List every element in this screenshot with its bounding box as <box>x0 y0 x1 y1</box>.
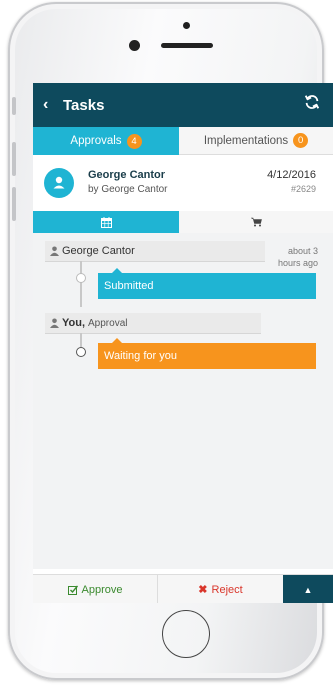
calendar-icon <box>100 216 112 228</box>
approve-label: Approve <box>81 583 123 596</box>
home-button[interactable] <box>162 610 210 658</box>
tab-bar: Approvals 4 Implementations 0 <box>33 127 333 155</box>
time-ago-line: hours ago <box>277 258 318 268</box>
person-role: Approval <box>88 317 128 329</box>
task-date: 4/12/2016 <box>267 169 316 181</box>
chevron-left-icon[interactable]: ‹ <box>43 96 55 114</box>
task-number: #2629 <box>290 184 316 194</box>
status-badge: Submitted <box>98 268 316 299</box>
front-camera <box>129 40 140 51</box>
caret-up-icon: ▲ <box>303 584 313 595</box>
earpiece-speaker <box>161 43 213 48</box>
timeline-node <box>76 273 86 283</box>
user-icon <box>53 176 65 189</box>
submitted-by: by George Cantor <box>88 184 168 195</box>
reject-button[interactable]: ✖ Reject <box>158 575 283 603</box>
expand-button[interactable]: ▲ <box>283 575 333 603</box>
volume-down-button <box>12 187 16 221</box>
count-badge: 0 <box>293 133 309 148</box>
app-screen: ‹ Tasks Approvals 4 Implementations 0 Ge… <box>33 83 333 603</box>
tab-label: Approvals <box>70 135 122 147</box>
cart-icon <box>250 217 262 227</box>
person-icon <box>50 318 59 328</box>
person-icon <box>50 246 59 256</box>
task-summary[interactable]: George Cantor by George Cantor 4/12/2016… <box>33 155 333 212</box>
approval-timeline: George Cantor about 3 hours ago Submitte… <box>33 233 333 569</box>
status-badge: Waiting for you <box>98 338 316 369</box>
person-name: You, <box>62 317 86 329</box>
tab-timeline[interactable] <box>33 211 179 233</box>
tab-items[interactable] <box>179 211 333 233</box>
proximity-sensor <box>183 22 190 29</box>
refresh-icon[interactable] <box>303 93 321 111</box>
timeline-node <box>76 347 86 357</box>
count-badge: 4 <box>126 133 142 149</box>
requester-name: George Cantor <box>88 169 166 181</box>
timeline-connector <box>80 333 82 347</box>
detail-tabs <box>33 211 333 233</box>
tab-implementations[interactable]: Implementations 0 <box>179 127 333 155</box>
mute-switch <box>12 97 16 115</box>
x-icon: ✖ <box>198 584 208 596</box>
app-header: ‹ Tasks <box>33 83 333 127</box>
avatar <box>44 168 74 198</box>
timestamp: about 3 hours ago <box>278 245 318 269</box>
timeline-person: You, Approval <box>45 313 261 334</box>
timeline-person: George Cantor <box>45 241 265 262</box>
person-name: George Cantor <box>62 245 135 257</box>
volume-up-button <box>12 142 16 176</box>
check-square-icon <box>67 585 78 595</box>
action-bar: Approve ✖ Reject ▲ <box>33 574 333 603</box>
time-ago-line: about 3 <box>287 246 318 256</box>
reject-label: Reject <box>211 583 243 596</box>
tab-approvals[interactable]: Approvals 4 <box>33 127 179 155</box>
approve-button[interactable]: Approve <box>33 575 158 603</box>
tab-label: Implementations <box>203 134 289 147</box>
timeline-connector <box>80 261 82 307</box>
page-title: Tasks <box>63 96 105 114</box>
